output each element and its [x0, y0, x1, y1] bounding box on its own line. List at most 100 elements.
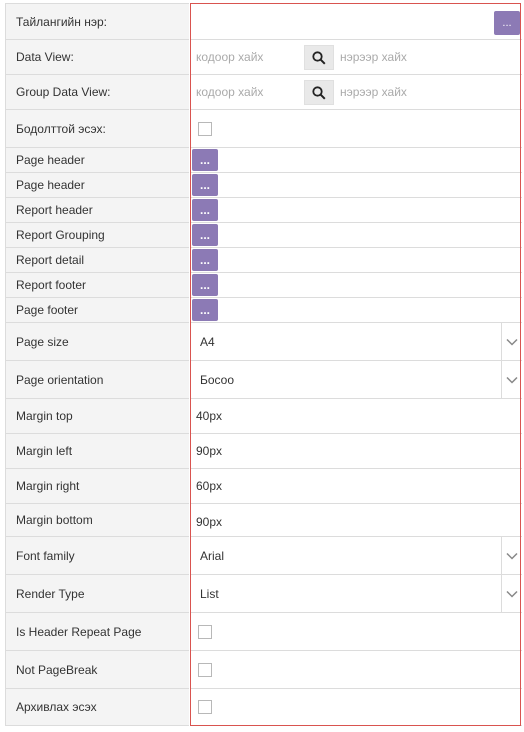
template-name-label: Тайлангийн нэр: — [5, 3, 189, 40]
group-data-view-field: кодоор хайх нэрээр хайх — [190, 75, 522, 110]
page-size-label: Page size — [5, 323, 189, 361]
margin-top-input[interactable]: 40px — [190, 399, 522, 434]
search-icon — [312, 85, 326, 100]
render-type-select[interactable]: List — [190, 575, 522, 613]
is-draft-checkbox[interactable] — [198, 121, 212, 136]
not-page-break-label: Not PageBreak — [5, 651, 189, 689]
font-family-dropdown[interactable] — [501, 537, 522, 574]
group-data-view-code-input[interactable]: кодоор хайх — [196, 85, 263, 99]
margin-left-label: Margin left — [5, 434, 189, 469]
header-repeat-field — [190, 613, 522, 651]
row-margin-top: Margin top 40px — [5, 399, 522, 434]
row-group-data-view: Group Data View: кодоор хайх нэрээр хайх — [5, 75, 522, 110]
page-size-value: A4 — [200, 334, 215, 349]
band-label: Report footer — [5, 273, 189, 298]
row-band: Report header ... — [5, 198, 522, 223]
row-band: Report Grouping ... — [5, 223, 522, 248]
band-label: Page footer — [5, 298, 189, 323]
row-band: Page footer ... — [5, 298, 522, 323]
chevron-down-icon — [506, 376, 518, 384]
margin-top-label: Margin top — [5, 399, 189, 434]
is-draft-field — [190, 110, 522, 148]
band-edit-button[interactable]: ... — [192, 249, 218, 271]
band-edit-button[interactable]: ... — [192, 274, 218, 296]
font-family-label: Font family — [5, 537, 189, 575]
not-page-break-field — [190, 651, 522, 689]
band-field: ... — [190, 223, 522, 248]
row-render-type: Render Type List — [5, 575, 522, 613]
row-band: Page header ... — [5, 148, 522, 173]
row-margin-right: Margin right 60px — [5, 469, 522, 504]
search-icon — [312, 50, 326, 65]
band-label: Report header — [5, 198, 189, 223]
template-name-button[interactable]: ... — [494, 11, 520, 35]
header-repeat-label: Is Header Repeat Page — [5, 613, 189, 651]
page-orientation-dropdown[interactable] — [501, 361, 522, 398]
row-header-repeat: Is Header Repeat Page — [5, 613, 522, 651]
page-orientation-label: Page orientation — [5, 361, 189, 399]
band-field: ... — [190, 248, 522, 273]
margin-bottom-value: 90px — [196, 515, 223, 529]
row-is-draft: Бодолттой эсэх: — [5, 110, 522, 148]
report-template-form: Тайлангийн нэр: ... Data View: кодоор ха… — [5, 3, 522, 726]
margin-left-input[interactable]: 90px — [190, 434, 522, 469]
chevron-down-icon — [506, 338, 518, 346]
band-edit-button[interactable]: ... — [192, 174, 218, 196]
data-view-field: кодоор хайх нэрээр хайх — [190, 40, 522, 75]
data-view-name-input[interactable]: нэрээр хайх — [340, 50, 407, 64]
row-margin-left: Margin left 90px — [5, 434, 522, 469]
data-view-code-input[interactable]: кодоор хайх — [196, 50, 263, 64]
margin-right-input[interactable]: 60px — [190, 469, 522, 504]
data-view-search-button[interactable] — [304, 45, 334, 70]
row-margin-bottom: Margin bottom 90px — [5, 504, 522, 537]
margin-bottom-label: Margin bottom — [5, 504, 189, 537]
row-archive: Архивлах эсэх — [5, 689, 522, 726]
band-edit-button[interactable]: ... — [192, 224, 218, 246]
not-page-break-checkbox[interactable] — [198, 662, 212, 677]
chevron-down-icon — [506, 552, 518, 560]
group-data-view-name-input[interactable]: нэрээр хайх — [340, 85, 407, 99]
group-data-view-label: Group Data View: — [5, 75, 189, 110]
row-band: Report footer ... — [5, 273, 522, 298]
margin-right-value: 60px — [196, 479, 223, 493]
margin-left-value: 90px — [196, 444, 223, 458]
archive-label: Архивлах эсэх — [5, 689, 189, 726]
margin-right-label: Margin right — [5, 469, 189, 504]
chevron-down-icon — [506, 590, 518, 598]
data-view-label: Data View: — [5, 40, 189, 75]
archive-checkbox[interactable] — [198, 700, 212, 714]
render-type-dropdown[interactable] — [501, 575, 522, 612]
page-orientation-select[interactable]: Босоо — [190, 361, 522, 399]
band-edit-button[interactable]: ... — [192, 199, 218, 221]
band-edit-button[interactable]: ... — [192, 149, 218, 171]
page-orientation-value: Босоо — [200, 372, 235, 387]
row-template-name: Тайлангийн нэр: ... — [5, 3, 522, 40]
header-repeat-checkbox[interactable] — [198, 624, 212, 639]
band-label: Page header — [5, 148, 189, 173]
band-field: ... — [190, 173, 522, 198]
band-label: Page header — [5, 173, 189, 198]
font-family-value: Arial — [200, 548, 225, 563]
render-type-value: List — [200, 586, 219, 601]
band-edit-button[interactable]: ... — [192, 299, 218, 321]
band-field: ... — [190, 148, 522, 173]
row-page-size: Page size A4 — [5, 323, 522, 361]
row-data-view: Data View: кодоор хайх нэрээр хайх — [5, 40, 522, 75]
margin-top-value: 40px — [196, 409, 223, 423]
row-band: Report detail ... — [5, 248, 522, 273]
group-data-view-search-button[interactable] — [304, 80, 334, 105]
template-name-field[interactable]: ... — [190, 3, 522, 40]
row-not-page-break: Not PageBreak — [5, 651, 522, 689]
band-label: Report detail — [5, 248, 189, 273]
band-label: Report Grouping — [5, 223, 189, 248]
is-draft-label: Бодолттой эсэх: — [5, 110, 189, 148]
font-family-select[interactable]: Arial — [190, 537, 522, 575]
band-field: ... — [190, 198, 522, 223]
page-size-dropdown[interactable] — [501, 323, 522, 360]
row-band: Page header ... — [5, 173, 522, 198]
band-field: ... — [190, 298, 522, 323]
render-type-label: Render Type — [5, 575, 189, 613]
page-size-select[interactable]: A4 — [190, 323, 522, 361]
archive-field — [190, 689, 522, 726]
margin-bottom-input[interactable]: 90px — [190, 504, 522, 537]
